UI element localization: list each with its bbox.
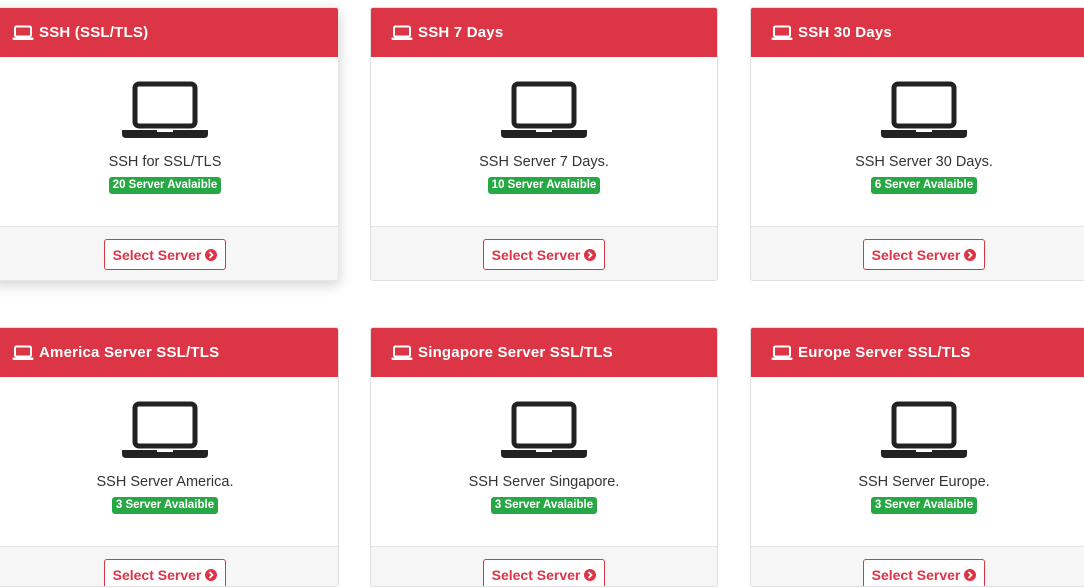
- card-description: SSH for SSL/TLS: [108, 154, 222, 170]
- card-title: America Server SSL/TLS: [39, 344, 220, 361]
- laptop-icon: [771, 25, 793, 41]
- select-server-button[interactable]: Select Server: [103, 239, 227, 270]
- card-header: SSH 7 Days: [371, 8, 717, 57]
- server-card-europe: Europe Server SSL/TLS SSH Server Europe.…: [750, 327, 1084, 587]
- laptop-icon: [500, 81, 588, 139]
- select-server-button[interactable]: Select Server: [482, 239, 606, 270]
- server-card-ssh-7-days: SSH 7 Days SSH Server 7 Days. 10 Server …: [370, 7, 718, 281]
- card-header: America Server SSL/TLS: [0, 328, 338, 377]
- laptop-icon: [121, 81, 209, 139]
- card-footer: Select Server: [751, 546, 1084, 586]
- card-body: SSH Server America. 3 Server Avalaible: [0, 377, 338, 546]
- card-header: Singapore Server SSL/TLS: [371, 328, 717, 377]
- laptop-icon: [121, 401, 209, 459]
- circle-arrow-right-icon: [205, 568, 218, 581]
- card-footer: Select Server: [0, 546, 338, 586]
- circle-arrow-right-icon: [964, 568, 977, 581]
- server-count-badge: 6 Server Avalaible: [870, 177, 978, 194]
- circle-arrow-right-icon: [205, 248, 218, 261]
- laptop-icon: [12, 25, 34, 41]
- card-body: SSH for SSL/TLS 20 Server Avalaible: [0, 57, 338, 226]
- server-card-america: America Server SSL/TLS SSH Server Americ…: [0, 327, 339, 587]
- card-title: SSH (SSL/TLS): [39, 24, 149, 41]
- server-count-badge: 20 Server Avalaible: [108, 177, 222, 194]
- select-server-button[interactable]: Select Server: [482, 559, 606, 586]
- card-title: Europe Server SSL/TLS: [798, 344, 971, 361]
- select-server-button[interactable]: Select Server: [103, 559, 227, 586]
- server-count-badge: 3 Server Avalaible: [870, 497, 978, 514]
- server-count-badge: 10 Server Avalaible: [487, 177, 601, 194]
- server-card-ssh-ssl-tls: SSH (SSL/TLS) SSH for SSL/TLS 20 Server …: [0, 7, 339, 281]
- server-count-badge: 3 Server Avalaible: [111, 497, 219, 514]
- laptop-icon: [880, 81, 968, 139]
- card-footer: Select Server: [751, 226, 1084, 280]
- card-description: SSH Server America.: [96, 474, 234, 490]
- server-card-ssh-30-days: SSH 30 Days SSH Server 30 Days. 6 Server…: [750, 7, 1084, 281]
- card-body: SSH Server Europe. 3 Server Avalaible: [751, 377, 1084, 546]
- card-footer: Select Server: [0, 226, 338, 280]
- laptop-icon: [500, 401, 588, 459]
- card-header: SSH (SSL/TLS): [0, 8, 338, 57]
- card-title: Singapore Server SSL/TLS: [418, 344, 613, 361]
- card-body: SSH Server Singapore. 3 Server Avalaible: [371, 377, 717, 546]
- card-description: SSH Server Europe.: [858, 474, 990, 490]
- card-description: SSH Server Singapore.: [468, 474, 620, 490]
- card-description: SSH Server 7 Days.: [479, 154, 609, 170]
- circle-arrow-right-icon: [584, 568, 597, 581]
- server-card-singapore: Singapore Server SSL/TLS SSH Server Sing…: [370, 327, 718, 587]
- card-body: SSH Server 30 Days. 6 Server Avalaible: [751, 57, 1084, 226]
- select-server-label: Select Server: [112, 246, 202, 263]
- card-title: SSH 30 Days: [798, 24, 892, 41]
- laptop-icon: [880, 401, 968, 459]
- laptop-icon: [771, 345, 793, 361]
- circle-arrow-right-icon: [964, 248, 977, 261]
- server-count-badge: 3 Server Avalaible: [490, 497, 598, 514]
- circle-arrow-right-icon: [584, 248, 597, 261]
- card-title: SSH 7 Days: [418, 24, 504, 41]
- card-body: SSH Server 7 Days. 10 Server Avalaible: [371, 57, 717, 226]
- laptop-icon: [391, 345, 413, 361]
- card-footer: Select Server: [371, 226, 717, 280]
- select-server-button[interactable]: Select Server: [862, 239, 986, 270]
- card-description: SSH Server 30 Days.: [855, 154, 993, 170]
- select-server-label: Select Server: [491, 246, 581, 263]
- card-header: Europe Server SSL/TLS: [751, 328, 1084, 377]
- card-footer: Select Server: [371, 546, 717, 586]
- select-server-button[interactable]: Select Server: [862, 559, 986, 586]
- card-header: SSH 30 Days: [751, 8, 1084, 57]
- select-server-label: Select Server: [871, 246, 961, 263]
- laptop-icon: [12, 345, 34, 361]
- laptop-icon: [391, 25, 413, 41]
